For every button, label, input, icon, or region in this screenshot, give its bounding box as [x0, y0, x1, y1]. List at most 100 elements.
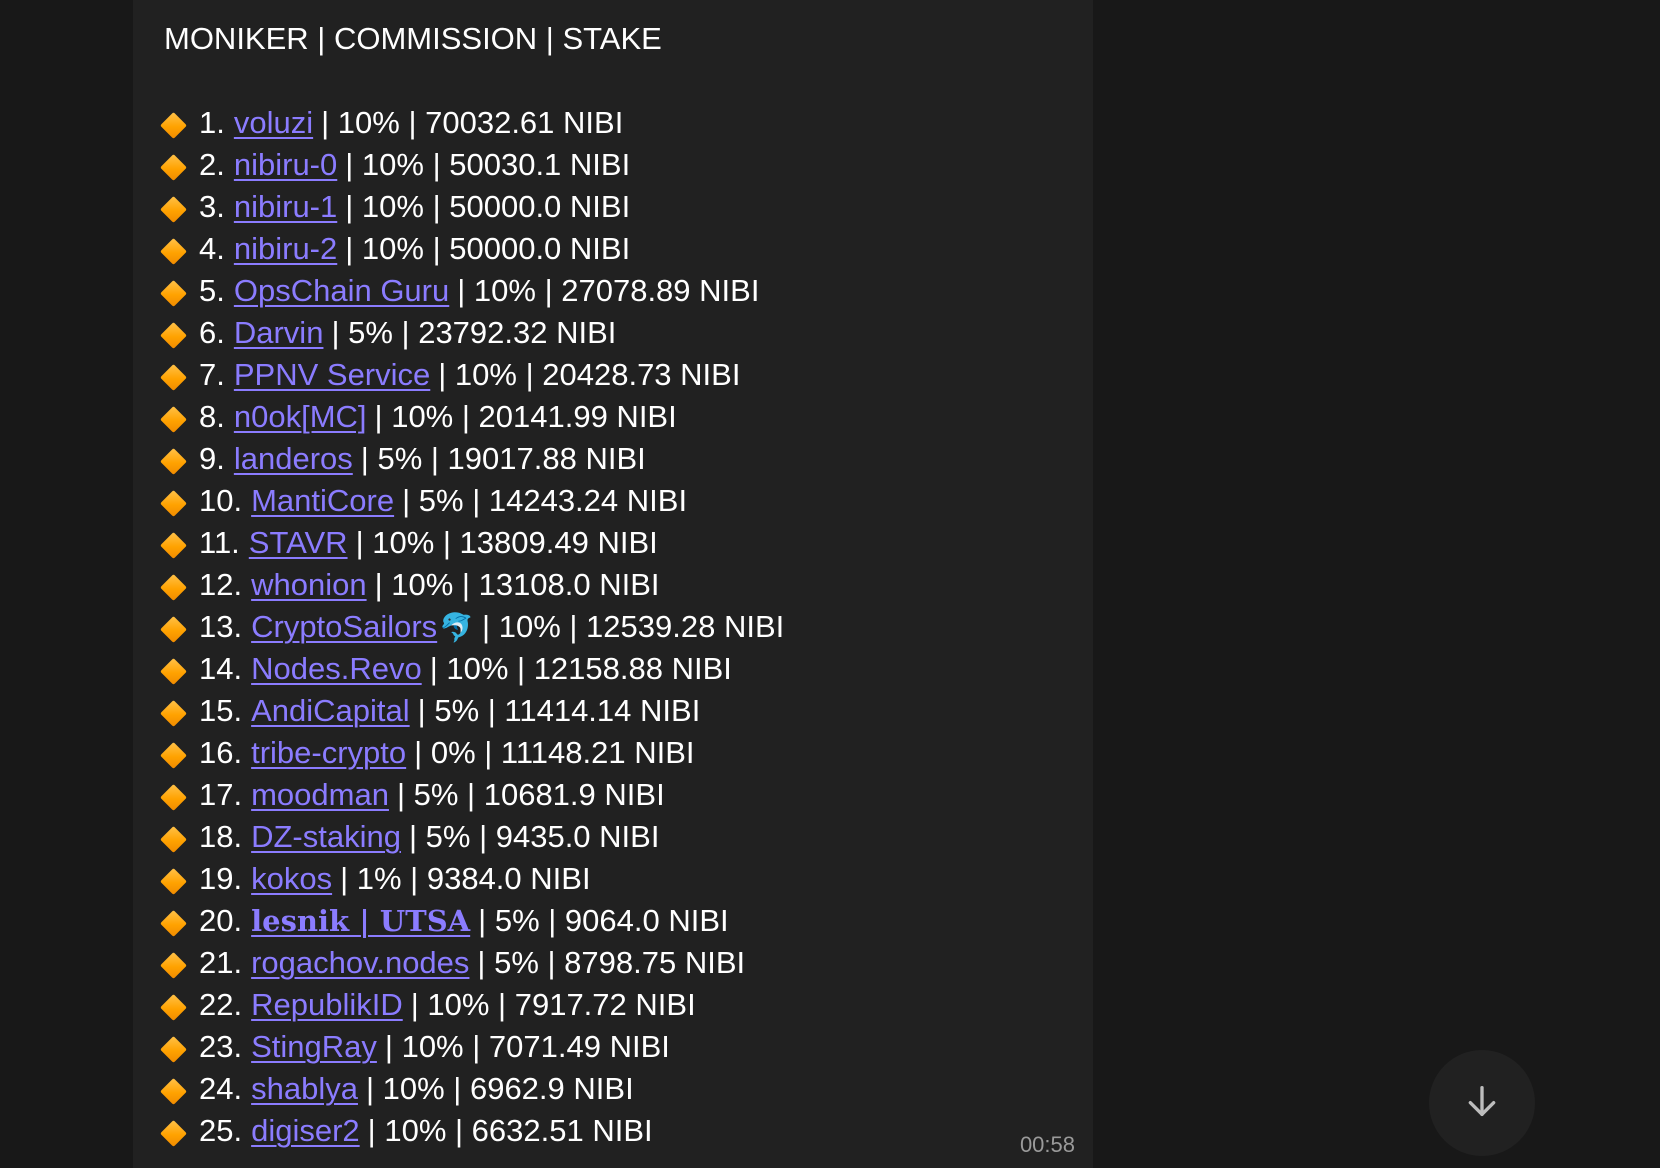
validator-rank: 19. — [199, 861, 243, 896]
validator-rank: 24. — [199, 1071, 243, 1106]
validator-row: 2. nibiru-0 | 10% | 50030.1 NIBI — [161, 144, 1065, 186]
validator-rank: 7. — [199, 357, 225, 392]
validator-moniker-link[interactable]: lesnik | UTSA — [251, 904, 470, 938]
large-orange-diamond-icon — [161, 354, 187, 396]
validator-commission-stake: | 10% | 50000.0 NIBI — [345, 189, 631, 224]
validator-row: 9. landeros | 5% | 19017.88 NIBI — [161, 438, 1065, 480]
validator-moniker-link[interactable]: Darvin — [234, 315, 324, 351]
validator-commission-stake: | 10% | 12158.88 NIBI — [429, 651, 732, 686]
validator-moniker-link[interactable]: MantiCore — [251, 483, 394, 519]
validator-moniker-link[interactable]: nibiru-1 — [234, 189, 337, 225]
validator-row: 7. PPNV Service | 10% | 20428.73 NIBI — [161, 354, 1065, 396]
validator-rank: 10. — [199, 483, 243, 518]
validator-commission-stake: | 5% | 10681.9 NIBI — [396, 777, 665, 812]
validator-moniker-link[interactable]: n0ok[MC] — [234, 399, 367, 435]
validator-moniker-link[interactable]: CryptoSailors — [251, 609, 437, 645]
validator-rank: 6. — [199, 315, 225, 350]
validator-moniker-link[interactable]: landeros — [234, 441, 353, 477]
large-orange-diamond-icon — [161, 648, 187, 690]
validator-row: 14. Nodes.Revo | 10% | 12158.88 NIBI — [161, 648, 1065, 690]
message-header: MONIKER | COMMISSION | STAKE — [164, 21, 662, 56]
dolphin-emoji-icon: 🐬 — [439, 610, 475, 644]
validator-commission-stake: | 10% | 6632.51 NIBI — [367, 1113, 653, 1148]
validator-commission-stake: | 10% | 20141.99 NIBI — [374, 399, 677, 434]
validator-moniker-link[interactable]: rogachov.nodes — [251, 945, 469, 981]
validator-moniker-link[interactable]: AndiCapital — [251, 693, 410, 729]
validator-row: 18. DZ-staking | 5% | 9435.0 NIBI — [161, 816, 1065, 858]
validator-moniker-link[interactable]: moodman — [251, 777, 389, 813]
validator-row: 10. MantiCore | 5% | 14243.24 NIBI — [161, 480, 1065, 522]
validator-moniker-link[interactable]: shablya — [251, 1071, 358, 1107]
validator-rank: 25. — [199, 1113, 243, 1148]
large-orange-diamond-icon — [161, 480, 187, 522]
scroll-to-bottom-button[interactable] — [1429, 1050, 1535, 1156]
large-orange-diamond-icon — [161, 1068, 187, 1110]
validator-rank: 23. — [199, 1029, 243, 1064]
validator-row: 4. nibiru-2 | 10% | 50000.0 NIBI — [161, 228, 1065, 270]
validator-rank: 9. — [199, 441, 225, 476]
validator-row: 1. voluzi | 10% | 70032.61 NIBI — [161, 102, 1065, 144]
validator-row: 12. whonion | 10% | 13108.0 NIBI — [161, 564, 1065, 606]
large-orange-diamond-icon — [161, 228, 187, 270]
validator-row: 19. kokos | 1% | 9384.0 NIBI — [161, 858, 1065, 900]
large-orange-diamond-icon — [161, 774, 187, 816]
validator-rank: 14. — [199, 651, 243, 686]
validator-rank: 21. — [199, 945, 243, 980]
validator-moniker-link[interactable]: whonion — [251, 567, 366, 603]
validator-rank: 2. — [199, 147, 225, 182]
large-orange-diamond-icon — [161, 396, 187, 438]
validator-commission-stake: | 5% | 8798.75 NIBI — [477, 945, 746, 980]
large-orange-diamond-icon — [161, 102, 187, 144]
validator-moniker-link[interactable]: RepublikID — [251, 987, 403, 1023]
validator-row: 8. n0ok[MC] | 10% | 20141.99 NIBI — [161, 396, 1065, 438]
validator-row: 6. Darvin | 5% | 23792.32 NIBI — [161, 312, 1065, 354]
large-orange-diamond-icon — [161, 1110, 187, 1152]
validator-moniker-link[interactable]: DZ-staking — [251, 819, 401, 855]
validator-moniker-link[interactable]: OpsChain Guru — [234, 273, 449, 309]
validator-row: 13. CryptoSailors 🐬 | 10% | 12539.28 NIBI — [161, 606, 1065, 648]
validator-moniker-link[interactable]: PPNV Service — [234, 357, 430, 393]
validator-moniker-link[interactable]: kokos — [251, 861, 332, 897]
arrow-down-icon — [1462, 1081, 1502, 1126]
large-orange-diamond-icon — [161, 438, 187, 480]
large-orange-diamond-icon — [161, 312, 187, 354]
validator-commission-stake: | 10% | 70032.61 NIBI — [321, 105, 624, 140]
validator-commission-stake: | 5% | 11414.14 NIBI — [417, 693, 701, 728]
validator-rank: 20. — [199, 903, 243, 938]
validator-commission-stake: | 5% | 14243.24 NIBI — [402, 483, 688, 518]
validator-row: 17. moodman | 5% | 10681.9 NIBI — [161, 774, 1065, 816]
validator-commission-stake: | 10% | 27078.89 NIBI — [457, 273, 760, 308]
validator-moniker-link[interactable]: voluzi — [234, 105, 313, 141]
validator-moniker-link[interactable]: Nodes.Revo — [251, 651, 422, 687]
validator-commission-stake: | 10% | 6962.9 NIBI — [365, 1071, 634, 1106]
validator-row: 3. nibiru-1 | 10% | 50000.0 NIBI — [161, 186, 1065, 228]
validator-row: 11. STAVR | 10% | 13809.49 NIBI — [161, 522, 1065, 564]
validator-rank: 13. — [199, 609, 243, 644]
validator-moniker-link[interactable]: StingRay — [251, 1029, 377, 1065]
validator-row: 23. StingRay | 10% | 7071.49 NIBI — [161, 1026, 1065, 1068]
validator-rank: 17. — [199, 777, 243, 812]
large-orange-diamond-icon — [161, 858, 187, 900]
validator-row: 15. AndiCapital | 5% | 11414.14 NIBI — [161, 690, 1065, 732]
validator-rank: 22. — [199, 987, 243, 1022]
validator-moniker-link[interactable]: nibiru-0 — [234, 147, 337, 183]
validator-commission-stake: | 10% | 7917.72 NIBI — [410, 987, 696, 1022]
validator-commission-stake: | 10% | 50000.0 NIBI — [345, 231, 631, 266]
large-orange-diamond-icon — [161, 942, 187, 984]
message-timestamp: 00:58 — [1019, 1132, 1075, 1157]
validator-row: 25. digiser2 | 10% | 6632.51 NIBI — [161, 1110, 1065, 1152]
validator-commission-stake: | 10% | 20428.73 NIBI — [438, 357, 741, 392]
validator-row: 22. RepublikID | 10% | 7917.72 NIBI — [161, 984, 1065, 1026]
validator-moniker-link[interactable]: digiser2 — [251, 1113, 360, 1149]
validator-moniker-link[interactable]: tribe-crypto — [251, 735, 406, 771]
validator-commission-stake: | 5% | 19017.88 NIBI — [360, 441, 646, 476]
validator-moniker-link[interactable]: nibiru-2 — [234, 231, 337, 267]
large-orange-diamond-icon — [161, 732, 187, 774]
validator-rank: 15. — [199, 693, 243, 728]
large-orange-diamond-icon — [161, 816, 187, 858]
validator-moniker-link[interactable]: STAVR — [249, 525, 348, 561]
validator-commission-stake: | 10% | 7071.49 NIBI — [384, 1029, 670, 1064]
validator-commission-stake: | 5% | 9435.0 NIBI — [408, 819, 660, 854]
validator-list: 1. voluzi | 10% | 70032.61 NIBI 2. nibiru-0 |… — [161, 102, 1065, 1152]
